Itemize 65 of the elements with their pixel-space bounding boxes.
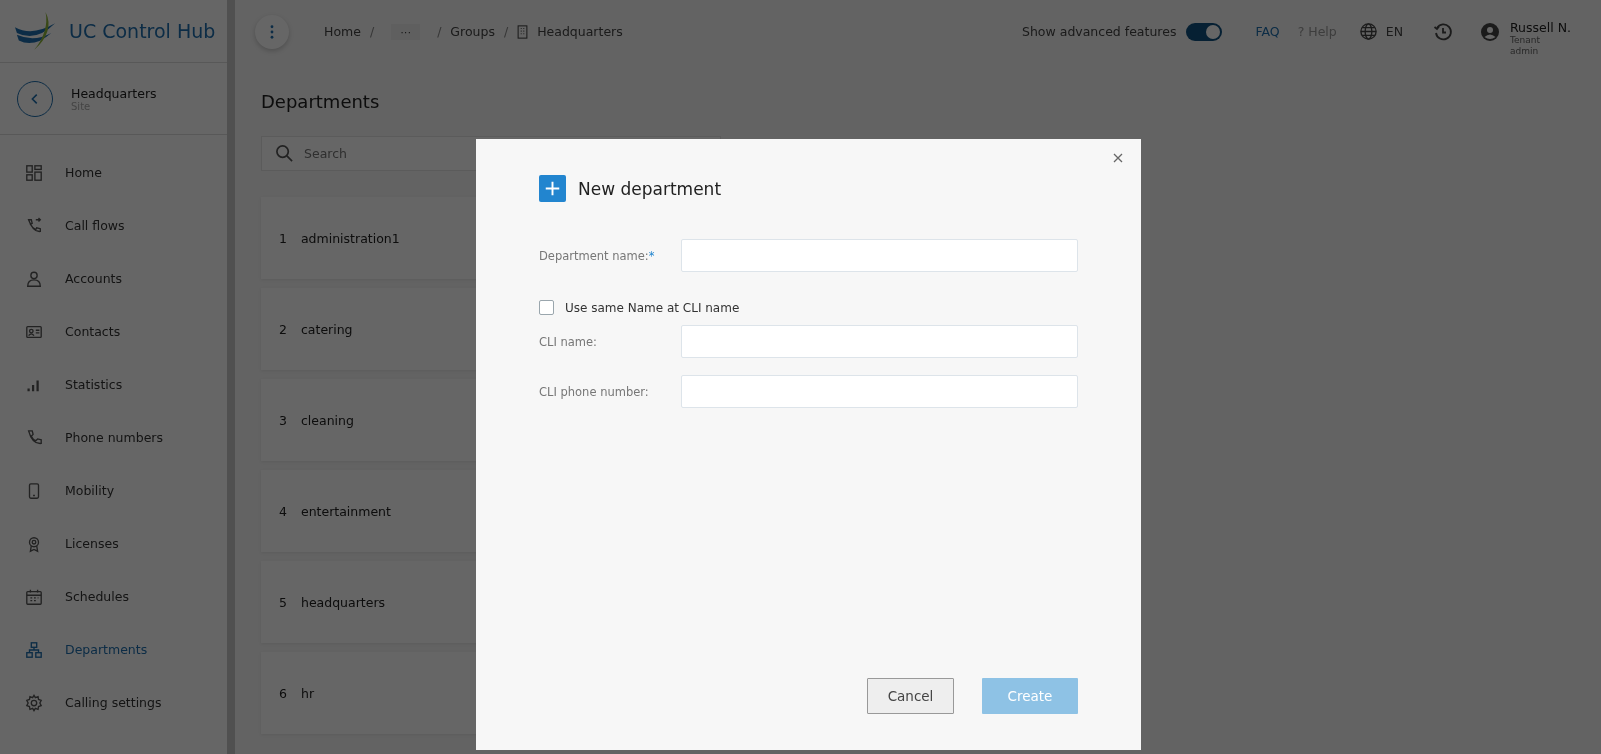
input-field[interactable] (681, 375, 1078, 408)
department-name: cleaning (300, 412, 354, 428)
more-vertical-icon (270, 24, 274, 39)
calendar-icon (25, 587, 43, 606)
checkbox-label: Use same Name at CLI name (565, 300, 740, 315)
user-avatar-icon[interactable] (1480, 21, 1500, 42)
settings-icon (25, 693, 43, 712)
site-name: Headquarters (71, 85, 157, 101)
app-name: UC Control Hub (69, 20, 216, 42)
faq-link[interactable]: FAQ (1255, 24, 1280, 39)
phone-arrow-icon (25, 216, 43, 235)
building-icon (517, 24, 529, 39)
field-label: CLI phone number: (539, 384, 650, 399)
sidebar-item[interactable]: Phone numbers (0, 411, 227, 464)
close-button[interactable] (1111, 151, 1125, 165)
sidebar-item[interactable]: Call flows (0, 199, 227, 252)
department-name: headquarters (300, 594, 386, 610)
department-name: administration1 (300, 230, 400, 246)
back-button[interactable] (17, 80, 53, 117)
toggle-label: Show advanced features (1022, 24, 1177, 39)
menu-button[interactable] (255, 14, 289, 49)
department-name: hr (300, 685, 314, 701)
input-field[interactable] (681, 325, 1078, 358)
sidebar-item[interactable]: Home (0, 146, 227, 199)
search-icon (275, 144, 294, 163)
globe-icon (1358, 22, 1378, 41)
breadcrumb-separator: / (503, 24, 509, 39)
sidebar-item[interactable]: Schedules (0, 570, 227, 623)
department-index: 5 (279, 594, 287, 610)
sidebar-item[interactable]: Contacts (0, 305, 227, 358)
close-icon (1113, 153, 1123, 163)
department-index: 4 (279, 503, 287, 519)
department-index: 6 (279, 685, 287, 701)
language-button[interactable]: EN (1358, 22, 1403, 41)
breadcrumb-more-button[interactable]: ··· (391, 23, 421, 40)
breadcrumb-separator: / (369, 24, 375, 39)
advanced-features-toggle[interactable] (1186, 22, 1223, 41)
sidebar-item[interactable]: Licenses (0, 517, 227, 570)
dashboard-icon (25, 163, 43, 182)
breadcrumb-separator: / (437, 24, 442, 39)
breadcrumb-link[interactable]: Home (324, 24, 361, 39)
dialog-title: New department (578, 178, 722, 199)
breadcrumb-link[interactable]: Groups (450, 24, 495, 39)
sidebar-item[interactable]: Mobility (0, 464, 227, 517)
phone-icon (25, 428, 43, 447)
history-icon[interactable] (1433, 21, 1453, 42)
plus-icon (539, 175, 566, 202)
sidebar-item[interactable]: Calling settings (0, 676, 227, 729)
cancel-button[interactable]: Cancel (867, 678, 954, 714)
department-index: 1 (279, 230, 287, 246)
breadcrumb-link[interactable]: Headquarters (537, 24, 623, 39)
department-name: entertainment (300, 503, 391, 519)
department-name: catering (300, 321, 353, 337)
page-title: Departments (261, 91, 381, 112)
hierarchy-icon (25, 640, 43, 659)
department-index: 2 (279, 321, 287, 337)
department-index: 3 (279, 412, 287, 428)
sidebar-item[interactable]: Accounts (0, 252, 227, 305)
user-name: Russell N. (1510, 20, 1571, 36)
checkbox[interactable] (539, 300, 554, 315)
field-label: Department name:* (539, 248, 656, 263)
field-label: CLI name: (539, 334, 598, 349)
sidebar-item[interactable]: Statistics (0, 358, 227, 411)
person-icon (25, 269, 43, 288)
input-field[interactable] (681, 239, 1078, 272)
